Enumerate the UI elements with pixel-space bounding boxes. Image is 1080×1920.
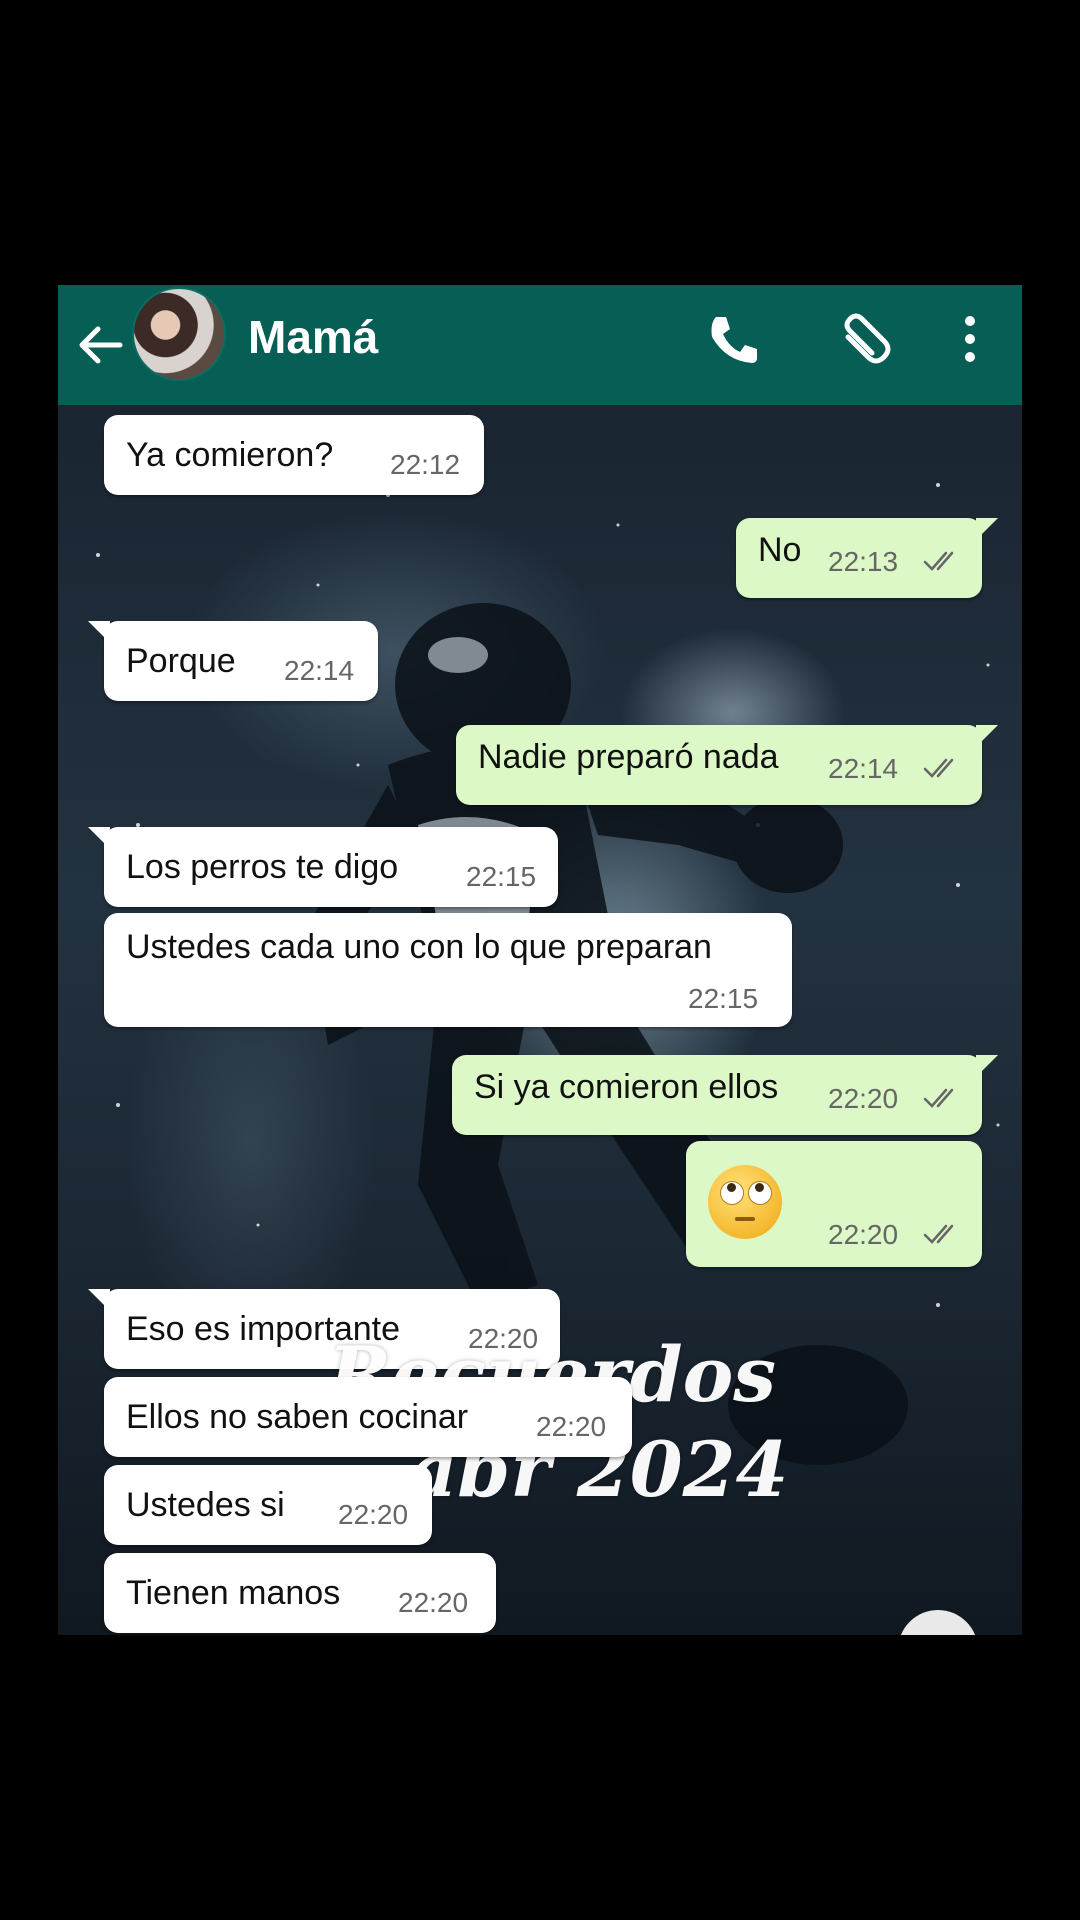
message-text: Nadie preparó nada — [478, 738, 779, 776]
message-time: 22:20 — [828, 1219, 899, 1250]
read-receipt-icon — [923, 758, 954, 778]
read-receipt-icon — [923, 1088, 954, 1108]
message-time: 22:15 — [466, 861, 537, 892]
attach-icon[interactable] — [826, 305, 896, 375]
message-incoming[interactable]: Porque 22:14 — [88, 621, 378, 701]
call-icon[interactable] — [698, 305, 768, 375]
message-incoming[interactable]: Ustedes cada uno con lo que preparan 22:… — [104, 913, 792, 1027]
message-time: 22:15 — [688, 983, 759, 1014]
chat-screen: Mamá Ya comieron? 22:12 No 22:13 Porque … — [58, 285, 1022, 1635]
message-text: Porque — [126, 642, 236, 680]
contact-name[interactable]: Mamá — [248, 307, 378, 367]
contact-avatar[interactable] — [132, 287, 226, 381]
message-time: 22:20 — [338, 1499, 409, 1530]
chat-header: Mamá — [58, 285, 1022, 405]
message-time: 22:14 — [284, 655, 355, 686]
read-receipt-icon — [923, 551, 954, 571]
bubble-tail — [88, 1289, 110, 1311]
message-time: 22:13 — [828, 546, 899, 577]
bubble-tail — [976, 518, 998, 540]
bubble-tail — [88, 827, 110, 849]
message-time: 22:14 — [828, 753, 899, 784]
message-incoming[interactable]: Ellos no saben cocinar 22:20 — [104, 1377, 632, 1457]
back-arrow-icon[interactable] — [76, 315, 124, 375]
message-outgoing[interactable]: No 22:13 — [736, 518, 998, 598]
message-incoming[interactable]: Los perros te digo 22:15 — [88, 827, 558, 907]
bubble-tail — [88, 621, 110, 643]
menu-icon[interactable] — [950, 305, 990, 375]
message-incoming[interactable]: Tienen manos 22:20 — [104, 1553, 496, 1633]
message-outgoing[interactable]: Si ya comieron ellos 22:20 — [452, 1055, 998, 1135]
message-text: Los perros te digo — [126, 848, 399, 886]
message-time: 22:20 — [398, 1587, 469, 1618]
message-outgoing[interactable]: Nadie preparó nada 22:14 — [456, 725, 998, 805]
message-time: 22:20 — [828, 1083, 899, 1114]
bubble-tail — [976, 725, 998, 747]
rolling-eyes-emoji-icon — [708, 1165, 782, 1239]
message-text: Tienen manos — [126, 1574, 341, 1612]
read-receipt-icon — [923, 1224, 954, 1244]
message-text: No — [758, 531, 802, 569]
message-incoming[interactable]: Ustedes si 22:20 — [104, 1465, 432, 1545]
message-text: Si ya comieron ellos — [474, 1068, 779, 1106]
message-text: Ya comieron? — [126, 436, 334, 474]
message-text: Ellos no saben cocinar — [126, 1398, 469, 1436]
message-time: 22:20 — [536, 1411, 607, 1442]
message-outgoing-emoji[interactable]: 22:20 — [686, 1141, 982, 1267]
message-incoming[interactable]: Ya comieron? 22:12 — [104, 415, 484, 495]
message-text: Ustedes si — [126, 1486, 285, 1524]
message-time: 22:12 — [390, 449, 461, 480]
bubble-tail — [976, 1055, 998, 1077]
message-text: Ustedes cada uno con lo que preparan — [126, 928, 712, 966]
